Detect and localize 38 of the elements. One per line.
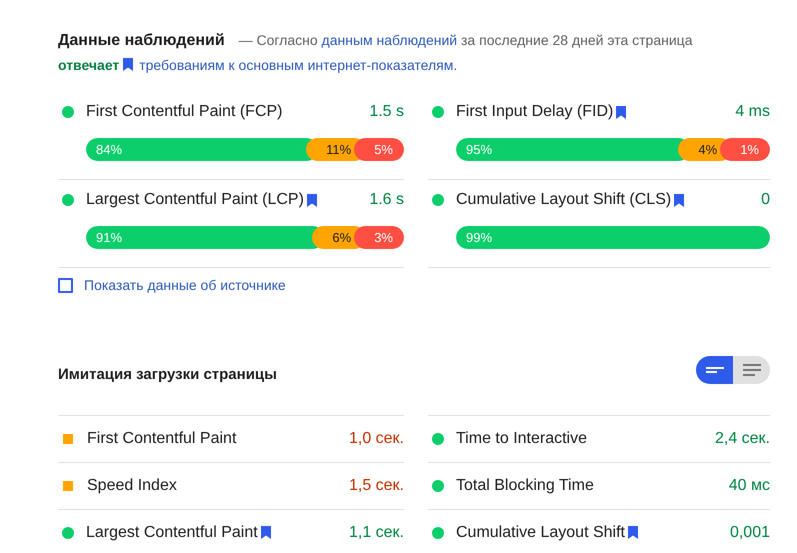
metric-value: 1,1 сек. [348,524,404,542]
bookmark-icon [260,526,271,539]
compact-view-toggle[interactable] [696,356,733,384]
metric-name: Cumulative Layout Shift [456,524,625,542]
metric-value: 1,5 сек. [348,476,404,494]
observed-data-link[interactable]: данным наблюдений [322,32,458,48]
metric-name: Largest Contentful Paint (LCP) [86,191,304,209]
metric-value: 0,001 [730,524,770,542]
bookmark-icon [616,106,626,118]
section-title: Имитация загрузки страницы [58,366,277,383]
metric-name: Cumulative Layout Shift (CLS) [456,191,672,209]
metric-name: Time to Interactive [456,430,588,448]
distribution-segment: 3% [354,226,404,249]
distribution-segment: 1% [720,138,770,161]
summary-text: Данные наблюдений — Согласно данным наблюдений за последние 28 дней эта страница отвечает требованиям к основным интернет-показателям. [58,31,694,75]
list-icon [742,364,760,376]
metric-value: 1,0 сек. [348,430,404,448]
metric-value: 1.6 s [369,191,404,209]
compact-list-icon [706,366,724,372]
metric-name: Speed Index [87,476,177,494]
metric-value: 40 мс [728,476,770,494]
metric-value: 2,4 сек. [714,430,770,448]
metric-name: Total Blocking Time [456,476,594,494]
distribution-segment: 5% [354,138,404,161]
distribution-segment: 99% [456,226,770,249]
bookmark-icon [306,194,317,206]
metric-name: First Contentful Paint [87,430,236,448]
core-web-vitals-link[interactable]: требованиям к основным интернет-показателям. [123,57,458,73]
metric-name: First Input Delay (FID) [456,103,614,121]
origin-data-checkbox[interactable]: Показать данные об источнике [58,277,286,293]
metric-value: 4 ms [735,103,770,121]
bookmark-icon [674,194,684,206]
metric-value: 1.5 s [369,103,404,121]
metric-name: Largest Contentful Paint [86,524,258,542]
metric-value: 0 [761,191,770,209]
bookmark-icon [123,58,134,71]
bookmark-icon [628,526,638,539]
metric-name: First Contentful Paint (FCP) [86,103,282,121]
